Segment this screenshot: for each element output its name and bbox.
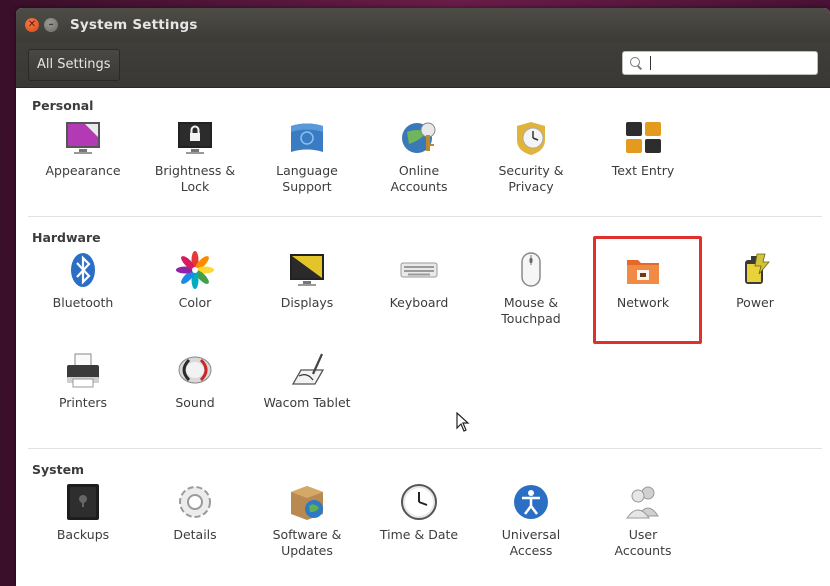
item-label: Details	[173, 527, 217, 542]
item-label: Text Entry	[611, 163, 675, 178]
title-bar: ✕ – System Settings	[16, 8, 830, 42]
power-icon	[735, 250, 775, 290]
item-printers[interactable]: Printers	[33, 350, 133, 411]
item-label: Power	[736, 295, 774, 310]
item-label: Universal Access	[501, 527, 561, 558]
language-support-icon	[287, 118, 327, 158]
search-box[interactable]	[622, 51, 818, 75]
item-sound[interactable]: Sound	[145, 350, 245, 411]
item-label: Software & Updates	[272, 527, 342, 558]
toolbar: All Settings	[16, 42, 830, 88]
backups-icon	[63, 482, 103, 522]
item-label: Online Accounts	[390, 163, 448, 194]
item-label: Backups	[56, 527, 110, 542]
item-color[interactable]: Color	[145, 250, 245, 311]
universal-access-icon	[511, 482, 551, 522]
details-icon	[175, 482, 215, 522]
minimize-button[interactable]: –	[44, 18, 58, 32]
item-label: Keyboard	[389, 295, 449, 310]
item-label: Sound	[175, 395, 215, 410]
color-icon	[175, 250, 215, 290]
time-date-icon	[399, 482, 439, 522]
appearance-icon	[63, 118, 103, 158]
item-software-updates[interactable]: Software & Updates	[257, 482, 357, 559]
item-wacom-tablet[interactable]: Wacom Tablet	[257, 350, 357, 411]
online-accounts-icon	[399, 118, 439, 158]
item-label: Wacom Tablet	[263, 395, 351, 410]
item-text-entry[interactable]: Text Entry	[593, 118, 693, 179]
item-label: Color	[178, 295, 212, 310]
text-cursor	[650, 56, 651, 70]
item-displays[interactable]: Displays	[257, 250, 357, 311]
section-title-system: System	[32, 462, 85, 477]
item-label: Bluetooth	[52, 295, 114, 310]
item-mouse-touchpad[interactable]: Mouse & Touchpad	[481, 250, 581, 327]
item-label: Language Support	[276, 163, 338, 194]
search-icon	[630, 57, 642, 69]
wacom-tablet-icon	[287, 350, 327, 390]
item-label: Brightness & Lock	[154, 163, 236, 194]
section-title-personal: Personal	[32, 98, 94, 113]
keyboard-icon	[399, 250, 439, 290]
item-label: Printers	[58, 395, 108, 410]
mouse-touchpad-icon	[511, 250, 551, 290]
network-highlight-box	[593, 236, 702, 344]
item-label: Time & Date	[379, 527, 459, 542]
close-icon: ✕	[27, 19, 37, 30]
text-entry-icon	[623, 118, 663, 158]
software-updates-icon	[287, 482, 327, 522]
section-divider	[28, 216, 822, 217]
item-backups[interactable]: Backups	[33, 482, 133, 543]
minimize-icon: –	[48, 19, 54, 30]
printers-icon	[63, 350, 103, 390]
section-divider	[28, 448, 822, 449]
search-input[interactable]	[648, 56, 808, 70]
item-label: Security & Privacy	[498, 163, 564, 194]
item-bluetooth[interactable]: Bluetooth	[33, 250, 133, 311]
user-accounts-icon	[623, 482, 663, 522]
sound-icon	[175, 350, 215, 390]
item-keyboard[interactable]: Keyboard	[369, 250, 469, 311]
item-brightness-lock[interactable]: Brightness & Lock	[145, 118, 245, 195]
item-language-support[interactable]: Language Support	[257, 118, 357, 195]
item-user-accounts[interactable]: User Accounts	[593, 482, 693, 559]
item-appearance[interactable]: Appearance	[33, 118, 133, 179]
item-details[interactable]: Details	[145, 482, 245, 543]
item-universal-access[interactable]: Universal Access	[481, 482, 581, 559]
system-settings-window: ✕ – System Settings All Settings Persona…	[16, 8, 830, 586]
displays-icon	[287, 250, 327, 290]
all-settings-button[interactable]: All Settings	[28, 48, 120, 81]
item-time-date[interactable]: Time & Date	[369, 482, 469, 543]
item-security-privacy[interactable]: Security & Privacy	[481, 118, 581, 195]
mouse-pointer-icon	[456, 412, 470, 432]
section-title-hardware: Hardware	[32, 230, 101, 245]
bluetooth-icon	[63, 250, 103, 290]
item-label: Appearance	[45, 163, 121, 178]
item-power[interactable]: Power	[705, 250, 805, 311]
item-label: User Accounts	[614, 527, 672, 558]
item-label: Mouse & Touchpad	[501, 295, 561, 326]
item-online-accounts[interactable]: Online Accounts	[369, 118, 469, 195]
window-title: System Settings	[70, 17, 198, 33]
close-button[interactable]: ✕	[25, 18, 39, 32]
security-privacy-icon	[511, 118, 551, 158]
brightness-lock-icon	[175, 118, 215, 158]
item-label: Displays	[280, 295, 334, 310]
